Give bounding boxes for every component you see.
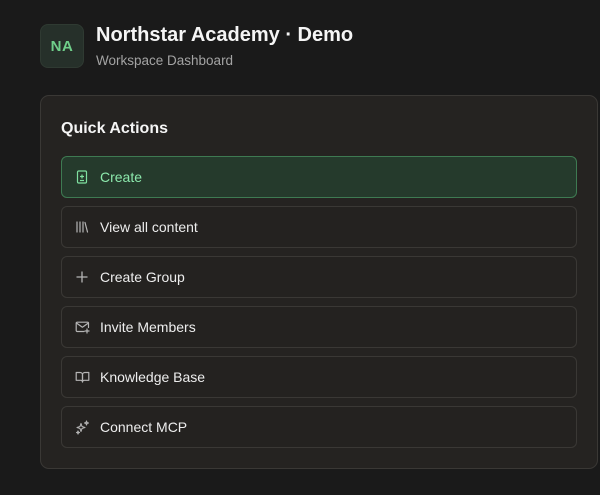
workspace-subtitle: Workspace Dashboard: [96, 53, 234, 68]
create-group-label: Create Group: [100, 269, 185, 285]
invite-members-label: Invite Members: [100, 319, 196, 335]
workspace-header: NA Northstar Academy · Demo Workspace Da…: [40, 24, 353, 70]
quick-actions-title: Quick Actions: [61, 120, 168, 137]
library-icon: [74, 219, 90, 235]
mail-plus-icon: [74, 319, 90, 335]
sparkles-icon: [74, 419, 90, 435]
view-all-content-label: View all content: [100, 219, 198, 235]
view-all-content-button[interactable]: View all content: [61, 206, 577, 248]
workspace-title: Northstar Academy · Demo: [96, 24, 354, 46]
quick-actions-card: Quick Actions Create View all content Cr…: [40, 95, 598, 469]
connect-mcp-label: Connect MCP: [100, 419, 188, 435]
invite-members-button[interactable]: Invite Members: [61, 306, 577, 348]
knowledge-base-label: Knowledge Base: [100, 369, 206, 385]
knowledge-base-button[interactable]: Knowledge Base: [61, 356, 577, 398]
create-group-button[interactable]: Create Group: [61, 256, 577, 298]
file-plus-icon: [74, 169, 90, 185]
create-button[interactable]: Create: [61, 156, 577, 198]
connect-mcp-button[interactable]: Connect MCP: [61, 406, 577, 448]
header-titles: Northstar Academy · Demo Workspace Dashb…: [96, 23, 353, 70]
book-open-icon: [74, 369, 90, 385]
workspace-avatar[interactable]: NA: [40, 24, 84, 68]
create-label: Create: [100, 169, 143, 185]
plus-icon: [74, 269, 90, 285]
dashboard-page: NA Northstar Academy · Demo Workspace Da…: [0, 0, 600, 495]
quick-actions-list: Create View all content Create Group Inv…: [61, 156, 577, 456]
